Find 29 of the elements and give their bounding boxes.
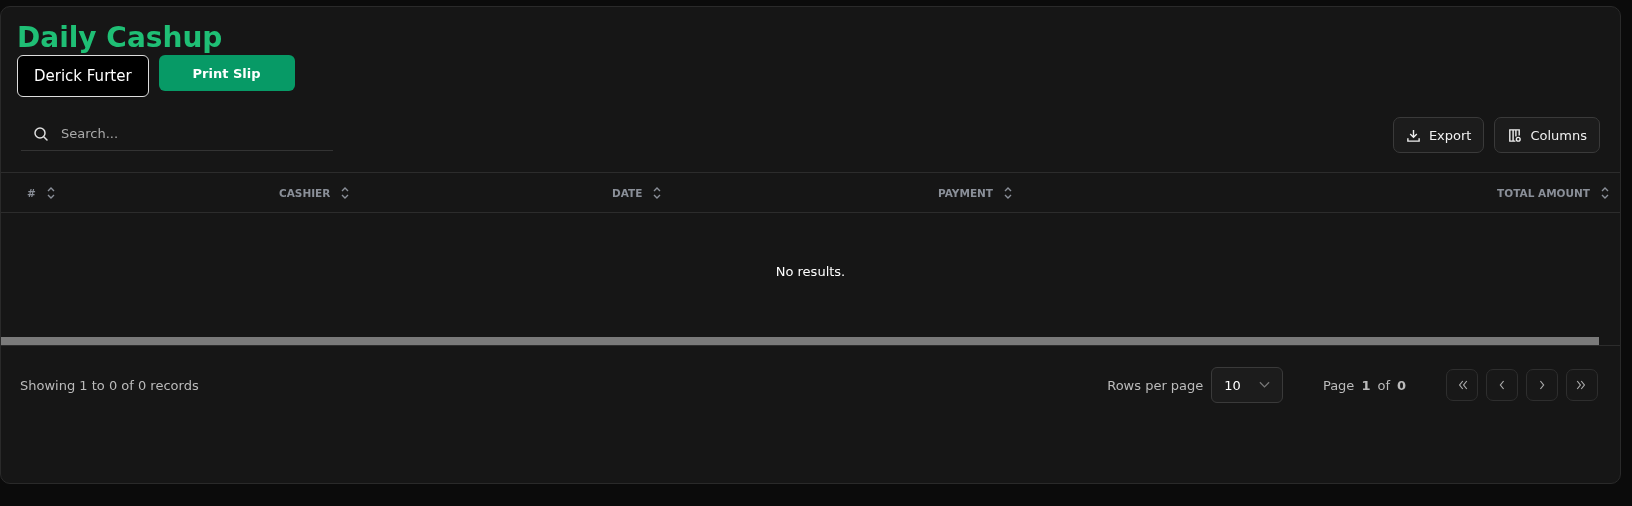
sort-icon[interactable] [652,185,663,200]
search-icon [33,125,49,142]
columns-button[interactable]: Columns [1494,117,1600,153]
column-header[interactable]: PAYMENT [938,186,994,199]
column-header[interactable]: CASHIER [279,186,331,199]
column-header[interactable]: # [27,186,36,199]
download-icon [1405,127,1421,143]
sort-icon[interactable] [45,185,56,200]
cashier-button[interactable]: Derick Furter [17,55,149,97]
page-count: 0 [1396,377,1406,393]
scrollbar[interactable] [1,337,1599,345]
rows-per-page-select[interactable]: 10 [1211,367,1283,403]
search-field[interactable]: Search... [59,125,313,142]
column-header[interactable]: TOTAL AMOUNT [1497,186,1590,199]
empty-message: No results. [775,263,846,279]
sort-icon[interactable] [1600,185,1610,200]
page-title: Daily Cashup [17,21,224,55]
columns-icon [1507,127,1523,143]
sort-icon[interactable] [1003,185,1014,200]
column-header[interactable]: DATE [612,186,643,199]
chevron-down-icon [1258,381,1270,389]
records-summary: Showing 1 to 0 of 0 records [20,377,199,393]
sort-icon[interactable] [340,185,351,200]
print-slip-button[interactable]: Print Slip [158,55,295,91]
page-number: 1 [1361,377,1371,393]
page-label: Page [1322,377,1355,393]
export-button[interactable]: Export [1392,117,1485,153]
rows-per-page-label: Rows per page [1107,377,1204,393]
of-label: of [1377,377,1390,393]
